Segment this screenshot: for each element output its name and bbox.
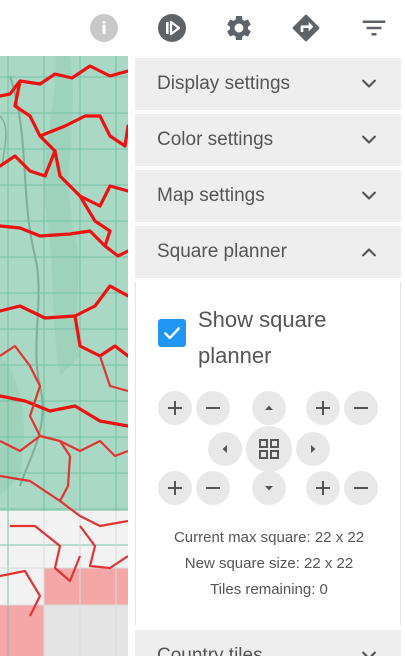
arrow-down-icon <box>265 486 273 491</box>
bottom-left-shrink-button[interactable] <box>196 471 230 505</box>
settings-button[interactable] <box>223 12 255 44</box>
svg-text:i: i <box>101 19 107 39</box>
play-button[interactable] <box>156 12 188 44</box>
directions-icon <box>292 14 320 42</box>
filter-list-icon <box>362 20 386 36</box>
info-icon: i <box>90 14 118 42</box>
map-panel-divider[interactable] <box>128 56 135 656</box>
center-square-button[interactable] <box>246 426 292 472</box>
color-settings-header[interactable]: Color settings <box>135 114 401 166</box>
plus-icon <box>316 401 330 415</box>
settings-panel: Display settings Color settings Map sett… <box>135 56 401 656</box>
show-square-planner-label[interactable]: Show square planner <box>198 302 378 374</box>
checkmark-icon <box>164 327 180 340</box>
show-square-planner-checkbox[interactable] <box>158 319 186 347</box>
bottom-right-expand-button[interactable] <box>306 471 340 505</box>
display-settings-title: Display settings <box>157 73 291 94</box>
bottom-left-expand-button[interactable] <box>158 471 192 505</box>
color-settings-title: Color settings <box>157 129 274 150</box>
map-canvas <box>0 56 128 656</box>
minus-icon <box>206 487 220 489</box>
chevron-down-icon <box>362 135 376 144</box>
map-view[interactable] <box>0 56 128 656</box>
info-button[interactable]: i <box>88 12 120 44</box>
arrow-up-icon <box>265 405 273 410</box>
plus-icon <box>168 481 182 495</box>
directions-button[interactable] <box>290 12 322 44</box>
new-square-size-text: New square size: 22 x 22 <box>184 555 354 572</box>
square-planner-header[interactable]: Square planner <box>135 226 401 278</box>
square-planner-title: Square planner <box>157 241 287 262</box>
move-left-button[interactable] <box>208 432 242 466</box>
country-tiles-title: Country tiles <box>157 645 263 656</box>
minus-icon <box>206 407 220 409</box>
move-right-button[interactable] <box>296 432 330 466</box>
map-settings-header[interactable]: Map settings <box>135 170 401 222</box>
move-down-button[interactable] <box>252 471 286 505</box>
chevron-down-icon <box>362 651 376 656</box>
current-max-square-text: Current max square: 22 x 22 <box>173 529 365 546</box>
chevron-down-icon <box>362 191 376 200</box>
top-left-expand-button[interactable] <box>158 391 192 425</box>
move-up-button[interactable] <box>252 391 286 425</box>
minus-icon <box>354 407 368 409</box>
arrow-right-icon <box>311 445 316 453</box>
minus-icon <box>354 487 368 489</box>
top-toolbar: i <box>0 0 405 56</box>
country-tiles-header[interactable]: Country tiles <box>135 630 401 656</box>
chevron-up-icon <box>362 248 376 257</box>
chevron-down-icon <box>362 79 376 88</box>
gear-icon <box>227 15 251 41</box>
play-circle-icon <box>158 14 186 42</box>
top-right-shrink-button[interactable] <box>344 391 378 425</box>
plus-icon <box>316 481 330 495</box>
map-settings-title: Map settings <box>157 185 265 206</box>
square-planner-body: Show square planner Current max square: … <box>135 282 401 625</box>
top-right-expand-button[interactable] <box>306 391 340 425</box>
bottom-right-shrink-button[interactable] <box>344 471 378 505</box>
display-settings-header[interactable]: Display settings <box>135 58 401 110</box>
plus-icon <box>168 401 182 415</box>
filter-button[interactable] <box>358 12 390 44</box>
grid-icon <box>259 439 279 459</box>
arrow-left-icon <box>222 445 227 453</box>
top-left-shrink-button[interactable] <box>196 391 230 425</box>
tiles-remaining-text: Tiles remaining: 0 <box>210 581 328 598</box>
